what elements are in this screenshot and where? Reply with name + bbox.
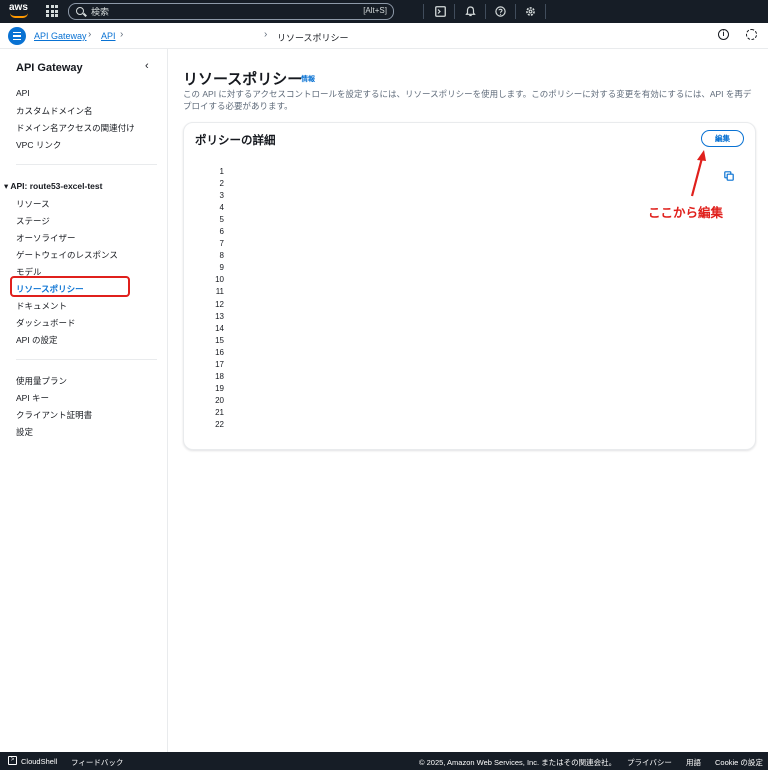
sidebar-item-api-settings[interactable]: API の設定 [16, 334, 58, 346]
code-line-number: 4 [219, 203, 224, 213]
code-line-number: 22 [215, 419, 224, 429]
sidebar-item-client-certificates[interactable]: クライアント証明書 [16, 409, 92, 421]
code-line-number: 11 [215, 287, 224, 297]
nav-divider [545, 4, 546, 19]
code-line-number: 7 [219, 239, 224, 249]
sidebar-item-resources[interactable]: リソース [16, 198, 50, 210]
sidebar-item-api[interactable]: API [16, 88, 30, 98]
sidebar-api-section-label: API: route53-excel-test [10, 181, 103, 191]
sidebar-title: API Gateway [16, 62, 83, 74]
info-icon[interactable]: i [718, 29, 729, 40]
copy-icon[interactable] [724, 171, 734, 181]
footer-copyright: © 2025, Amazon Web Services, Inc. またはその関… [419, 758, 617, 767]
code-line-number: 5 [219, 215, 224, 225]
nav-divider [454, 4, 455, 19]
help-icon[interactable] [493, 4, 508, 19]
sidebar-item-settings[interactable]: 設定 [16, 426, 33, 438]
search-icon [76, 7, 84, 15]
aws-logo-text: aws [9, 2, 28, 13]
code-line-number: 15 [215, 335, 224, 345]
sidebar-item-api-keys[interactable]: API キー [16, 392, 49, 404]
sidebar-item-usage-plans[interactable]: 使用量プラン [16, 375, 67, 387]
sidebar-divider [16, 164, 157, 165]
aws-smile-icon [10, 13, 28, 18]
sidebar-divider [16, 359, 157, 360]
footer-cookie[interactable]: Cookie の設定 [715, 757, 763, 768]
search-box[interactable]: [Alt+S] [68, 3, 394, 20]
code-line-number: 20 [215, 395, 224, 405]
page-title: リソースポリシー [183, 71, 303, 88]
sidebar-api-section[interactable]: ▾ API: route53-excel-test [4, 181, 102, 192]
nav-divider [423, 4, 424, 19]
nav-divider [485, 4, 486, 19]
sidebar-item-gateway-responses[interactable]: ゲートウェイのレスポンス [16, 249, 118, 261]
code-line-number: 13 [215, 311, 224, 321]
panel-title: ポリシーの詳細 [195, 135, 276, 147]
services-menu-icon[interactable] [46, 5, 58, 17]
policy-details-panel: ポリシーの詳細 編集 1 2 3 4 5 6 7 8 9 10 11 12 13 14 15 16 17 18 19… [183, 122, 756, 450]
info-link[interactable]: 情報 [301, 74, 315, 84]
code-line-number: 16 [215, 347, 224, 357]
page-description: この API に対するアクセスコントロールを設定するには、リソースポリシーを使用… [183, 89, 752, 111]
breadcrumb-api[interactable]: API [101, 31, 116, 41]
code-line-number: 17 [215, 359, 224, 369]
menu-icon[interactable] [8, 27, 26, 45]
caret-down-icon: ▾ [4, 181, 9, 191]
code-line-number: 18 [215, 371, 224, 381]
code-line-number: 3 [219, 191, 224, 201]
code-line-number: 8 [219, 251, 224, 261]
code-line-number: 12 [215, 299, 224, 309]
search-shortcut: [Alt+S] [363, 6, 387, 15]
annotation-arrow-icon [690, 150, 706, 197]
code-line-number: 9 [219, 263, 224, 273]
bell-icon[interactable] [463, 4, 478, 19]
settings-icon[interactable] [523, 4, 538, 19]
chevron-right-icon: › [88, 29, 92, 40]
highlight-annotation-box [10, 276, 130, 297]
chevron-left-icon[interactable]: ‹ [145, 60, 149, 72]
cloudshell-icon[interactable] [433, 4, 448, 19]
cloudshell-icon[interactable]: > [8, 756, 17, 765]
aws-logo[interactable]: aws [9, 3, 31, 20]
sidebar-item-custom-domain[interactable]: カスタムドメイン名 [16, 105, 93, 117]
code-line-number: 14 [215, 323, 224, 333]
sidebar-item-documentation[interactable]: ドキュメント [16, 300, 67, 312]
code-line-number: 10 [215, 275, 224, 285]
code-line-number: 1 [219, 167, 224, 176]
chevron-right-icon: › [120, 29, 124, 40]
sidebar-item-authorizers[interactable]: オーソライザー [16, 232, 76, 244]
code-line-number: 6 [219, 227, 224, 237]
breadcrumb-api-gateway[interactable]: API Gateway [34, 31, 87, 41]
footer-feedback[interactable]: フィードバック [71, 757, 123, 768]
top-navigation: aws [Alt+S] [0, 0, 768, 23]
code-line-number: 2 [219, 179, 224, 189]
sidebar: API Gateway ‹ API カスタムドメイン名 ドメイン名アクセスの関連… [0, 49, 168, 752]
code-line-number: 19 [215, 383, 224, 393]
breadcrumb-current: リソースポリシー [277, 33, 349, 43]
footer-cloudshell[interactable]: CloudShell [21, 757, 57, 766]
footer: > CloudShell フィードバック © 2025, Amazon Web … [0, 752, 768, 770]
sidebar-item-dashboard[interactable]: ダッシュボード [16, 317, 76, 329]
notifications-icon[interactable] [746, 29, 757, 40]
footer-terms[interactable]: 用語 [686, 757, 701, 768]
nav-divider [515, 4, 516, 19]
code-line-number: 21 [215, 407, 224, 417]
sidebar-item-vpc-link[interactable]: VPC リンク [16, 139, 61, 151]
code-line-numbers: 1 2 3 4 5 6 7 8 9 10 11 12 13 14 15 16 17 18 19 20 21 22 [212, 166, 224, 431]
sidebar-item-stages[interactable]: ステージ [16, 215, 50, 227]
sidebar-item-domain-access[interactable]: ドメイン名アクセスの関連付け [16, 122, 135, 134]
chevron-right-icon: › [264, 29, 268, 40]
search-input[interactable] [91, 5, 341, 18]
footer-privacy[interactable]: プライバシー [627, 757, 672, 768]
edit-button[interactable]: 編集 [701, 130, 744, 147]
breadcrumb-bar: API Gateway › API › › リソースポリシー i [0, 23, 768, 49]
annotation-text: ここから編集 [648, 206, 724, 220]
